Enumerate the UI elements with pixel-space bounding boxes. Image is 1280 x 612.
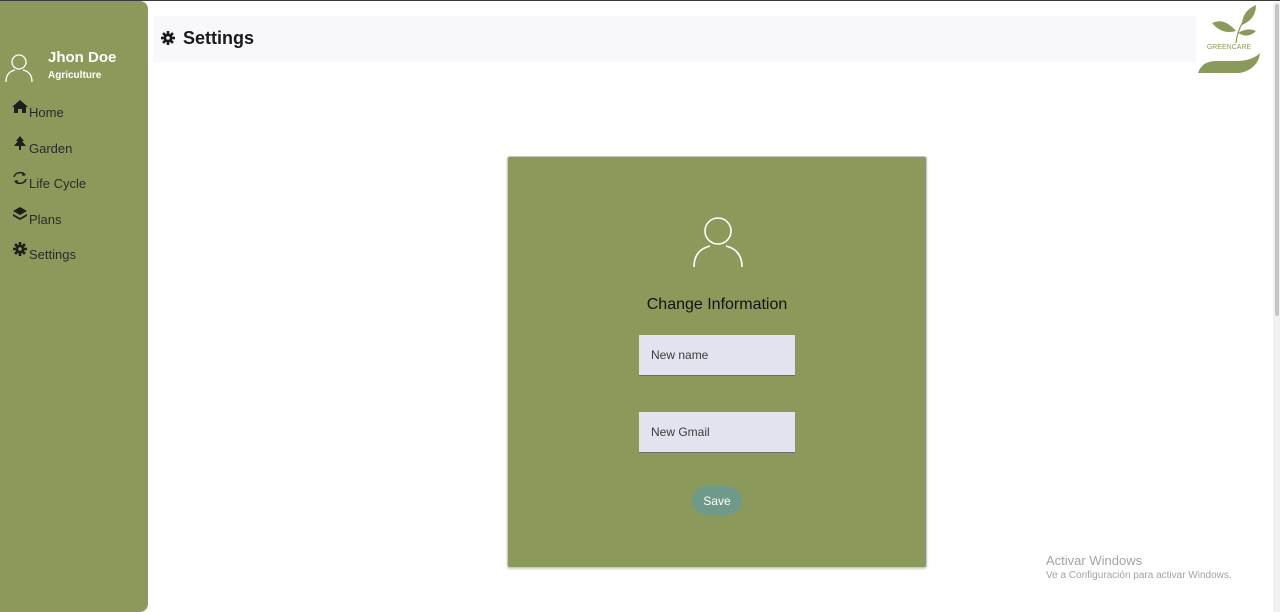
sidebar-item-settings[interactable]: Settings bbox=[12, 241, 86, 277]
sync-icon bbox=[13, 171, 27, 185]
logo-text: GREENCARE bbox=[1206, 44, 1252, 51]
user-avatar-icon bbox=[693, 217, 743, 268]
window-top-border bbox=[0, 0, 1280, 1]
user-name: Jhon Doe bbox=[48, 49, 117, 66]
sidebar-item-plans[interactable]: Plans bbox=[12, 206, 86, 242]
greencare-logo: GREENCARE bbox=[1196, 3, 1262, 75]
page-title: Settings bbox=[183, 28, 255, 48]
tree-icon bbox=[14, 135, 26, 150]
sidebar-item-label: Settings bbox=[29, 247, 76, 262]
user-avatar-icon bbox=[5, 54, 33, 83]
new-gmail-input[interactable] bbox=[639, 412, 795, 453]
vertical-scrollbar[interactable] bbox=[1273, 2, 1280, 612]
user-role: Agriculture bbox=[48, 70, 102, 81]
card-title: Change Information bbox=[646, 296, 788, 313]
sidebar-item-life-cycle[interactable]: Life Cycle bbox=[12, 170, 86, 206]
leaf-logo-icon bbox=[1196, 3, 1262, 73]
sidebar-item-label: Plans bbox=[29, 211, 62, 227]
sidebar-item-label: Garden bbox=[29, 140, 73, 156]
watermark-subtitle: Ve a Configuración para activar Windows. bbox=[1046, 570, 1232, 581]
gear-icon bbox=[161, 31, 175, 45]
home-icon bbox=[12, 100, 28, 113]
sidebar-item-garden[interactable]: Garden bbox=[12, 135, 86, 171]
sidebar-nav: Home Garden Life Cycle Plans Settings bbox=[12, 99, 86, 277]
sidebar-item-label: Life Cycle bbox=[29, 176, 87, 191]
save-button[interactable]: Save bbox=[692, 486, 742, 515]
page-header: Settings bbox=[153, 16, 1261, 62]
sidebar-item-home[interactable]: Home bbox=[12, 99, 86, 135]
user-profile[interactable]: Jhon Doe Agriculture bbox=[4, 47, 144, 87]
sidebar: Jhon Doe Agriculture Home Garden Life Cy… bbox=[0, 1, 148, 612]
scrollbar-thumb[interactable] bbox=[1275, 4, 1279, 316]
change-information-card: Change Information Save bbox=[507, 156, 927, 568]
new-name-input[interactable] bbox=[639, 335, 795, 376]
layers-icon bbox=[13, 206, 27, 220]
watermark-title: Activar Windows bbox=[1046, 553, 1143, 568]
sidebar-item-label: Home bbox=[29, 105, 64, 120]
gear-icon bbox=[13, 242, 27, 256]
activate-windows-watermark: Activar Windows Ve a Configuración para … bbox=[1046, 553, 1232, 581]
